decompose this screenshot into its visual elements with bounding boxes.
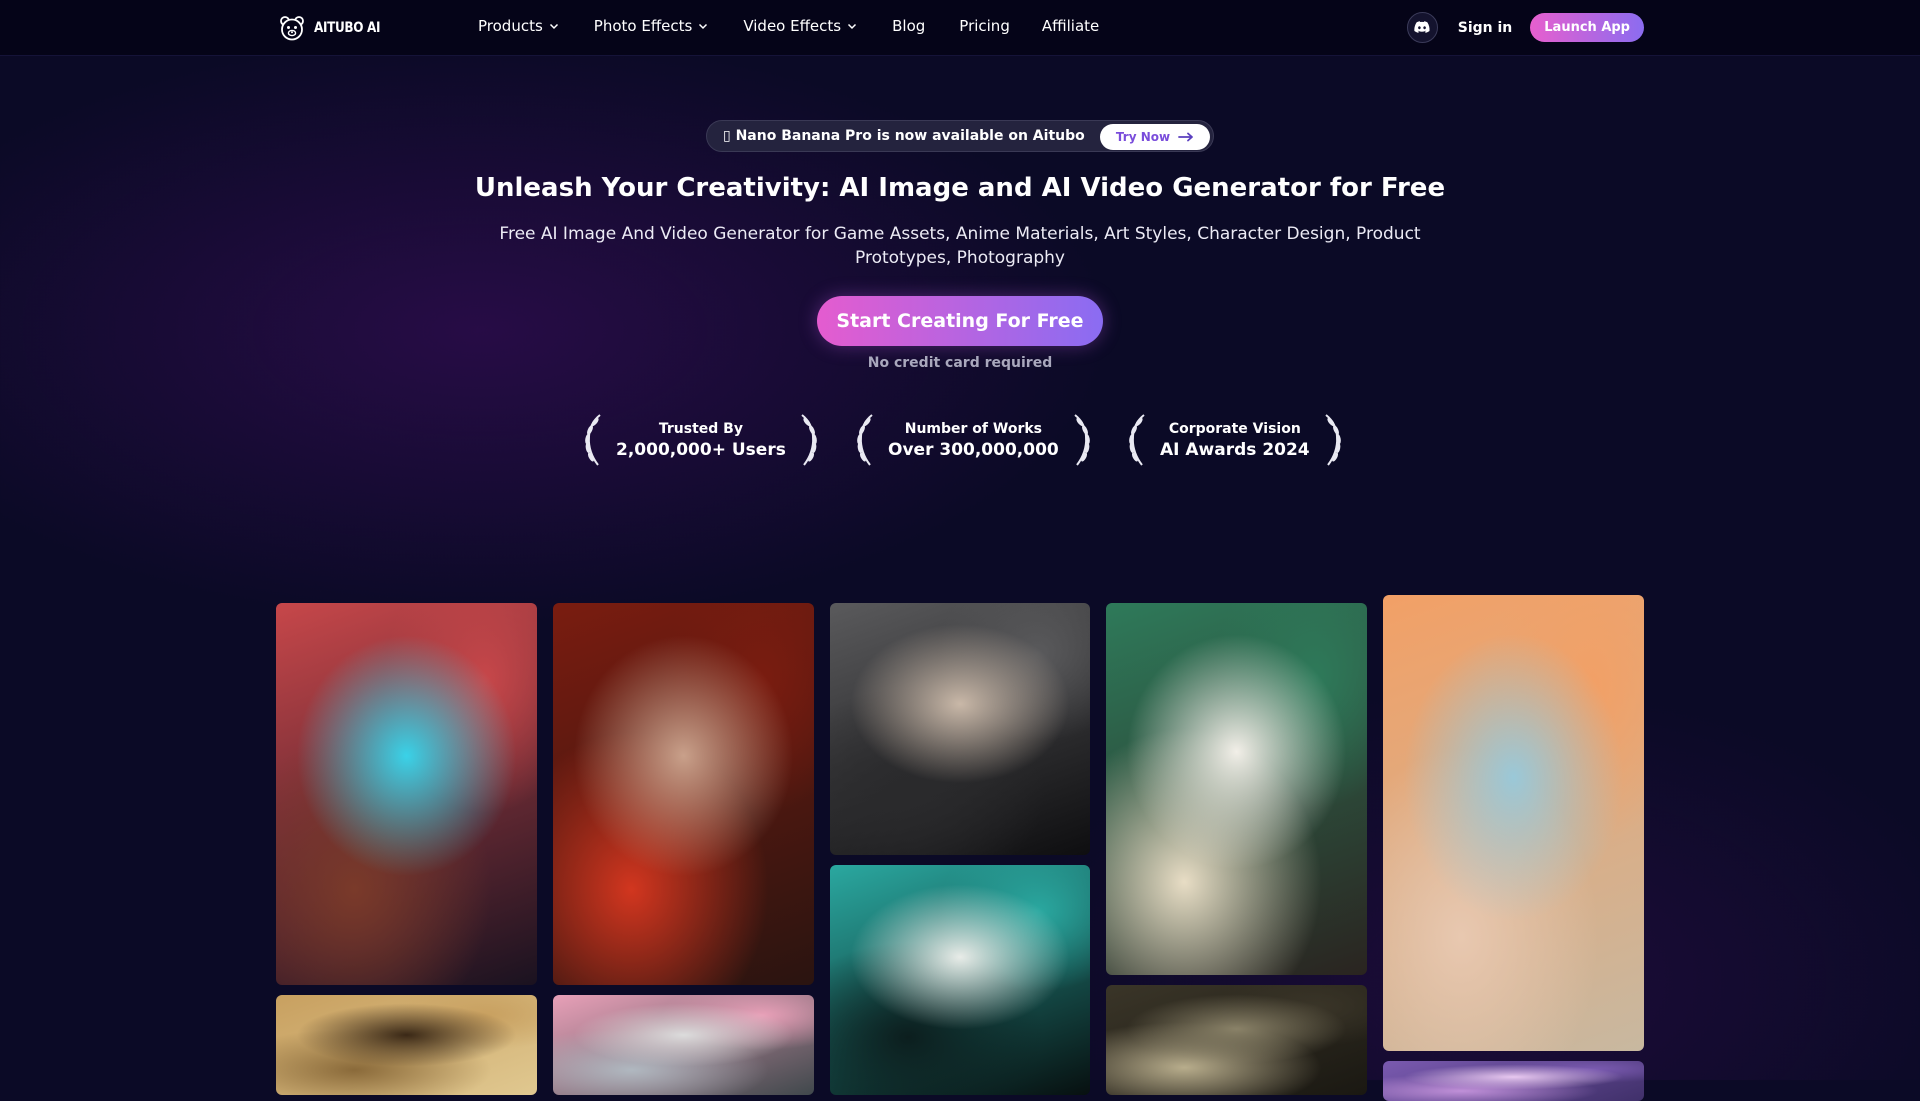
laurel-right-icon [1074, 414, 1090, 466]
menu-pricing[interactable]: Pricing [959, 17, 1010, 35]
announcement-icon: ▯ [723, 128, 731, 144]
award-value: AI Awards 2024 [1160, 439, 1310, 460]
award-trusted-users: Trusted By 2,000,000+ Users [580, 412, 822, 468]
gallery-image-purple[interactable] [1383, 1061, 1644, 1101]
award-label: Number of Works [904, 420, 1042, 437]
launch-app-button[interactable]: Launch App [1530, 13, 1644, 42]
announcement-banner: ▯ Nano Banana Pro is now available on Ai… [706, 120, 1214, 152]
try-now-button[interactable]: Try Now [1100, 124, 1210, 150]
announcement-text: ▯ Nano Banana Pro is now available on Ai… [723, 128, 1085, 144]
chevron-down-icon [549, 23, 558, 30]
logo[interactable]: AITUBO AI [278, 14, 391, 42]
gallery-image-anime-knight[interactable] [1106, 603, 1367, 975]
start-creating-button[interactable]: Start Creating For Free [817, 296, 1103, 346]
menu-blog[interactable]: Blog [892, 17, 925, 35]
gallery-image-masked-woman[interactable] [830, 603, 1090, 855]
award-text: Trusted By 2,000,000+ Users [606, 421, 796, 460]
logo-text: AITUBO AI [314, 20, 381, 36]
menu-video-effects-label: Video Effects [743, 17, 842, 35]
award-label: Corporate Vision [1168, 420, 1301, 437]
arrow-right-icon [1178, 132, 1193, 142]
gallery-image-anime-fighter[interactable] [276, 603, 537, 985]
nav-actions: Sign in Launch App [1406, 12, 1644, 43]
chevron-down-icon [848, 23, 857, 30]
hero-subtitle: Free AI Image And Video Generator for Ga… [499, 224, 1421, 268]
discord-icon [1414, 21, 1430, 33]
gallery-image-light-bulbs[interactable] [830, 865, 1090, 1095]
gallery-image-watercolor-girl[interactable] [1383, 595, 1644, 1051]
laurel-left-icon [857, 414, 873, 466]
award-number-of-works: Number of Works Over 300,000,000 [852, 412, 1095, 468]
menu-video-effects[interactable]: Video Effects [743, 17, 858, 35]
no-credit-card-note: No credit card required [867, 355, 1053, 371]
gallery-image-golden-room[interactable] [276, 995, 537, 1095]
try-now-label: Try Now [1115, 130, 1171, 144]
menu-affiliate-label: Affiliate [1041, 17, 1100, 35]
menu-pricing-label: Pricing [959, 17, 1010, 35]
award-text: Number of Works Over 300,000,000 [878, 421, 1069, 460]
award-label: Trusted By [658, 420, 743, 437]
award-value: Over 300,000,000 [888, 439, 1059, 460]
bear-logo-icon [280, 16, 304, 41]
main-menu: Products Photo Effects Video Effects Blo… [478, 17, 1099, 35]
gallery-image-red-bird[interactable] [553, 603, 814, 985]
award-corporate-vision: Corporate Vision AI Awards 2024 [1124, 412, 1346, 468]
laurel-right-icon [1324, 414, 1341, 466]
menu-products[interactable]: Products [478, 17, 560, 35]
menu-products-label: Products [478, 17, 543, 35]
top-navigation-bar: AITUBO AI Products Photo Effects Video E… [0, 0, 1920, 56]
laurel-left-icon [585, 414, 601, 466]
announcement-message: Nano Banana Pro is now available on Aitu… [735, 128, 1085, 144]
menu-affiliate[interactable]: Affiliate [1042, 17, 1099, 35]
menu-blog-label: Blog [892, 17, 926, 35]
hero-title: Unleash Your Creativity: AI Image and AI… [474, 173, 1446, 203]
award-text: Corporate Vision AI Awards 2024 [1150, 421, 1320, 460]
laurel-right-icon [801, 414, 817, 466]
chevron-down-icon [699, 23, 708, 30]
gallery-image-black-wolf[interactable] [1106, 985, 1367, 1095]
menu-photo-effects-label: Photo Effects [593, 17, 693, 35]
laurel-left-icon [1129, 414, 1145, 466]
menu-photo-effects[interactable]: Photo Effects [594, 17, 710, 35]
award-value: 2,000,000+ Users [616, 439, 786, 460]
discord-button[interactable] [1406, 12, 1438, 43]
gallery-image-car-woman[interactable] [553, 995, 814, 1095]
sign-in-link[interactable]: Sign in [1458, 20, 1513, 36]
